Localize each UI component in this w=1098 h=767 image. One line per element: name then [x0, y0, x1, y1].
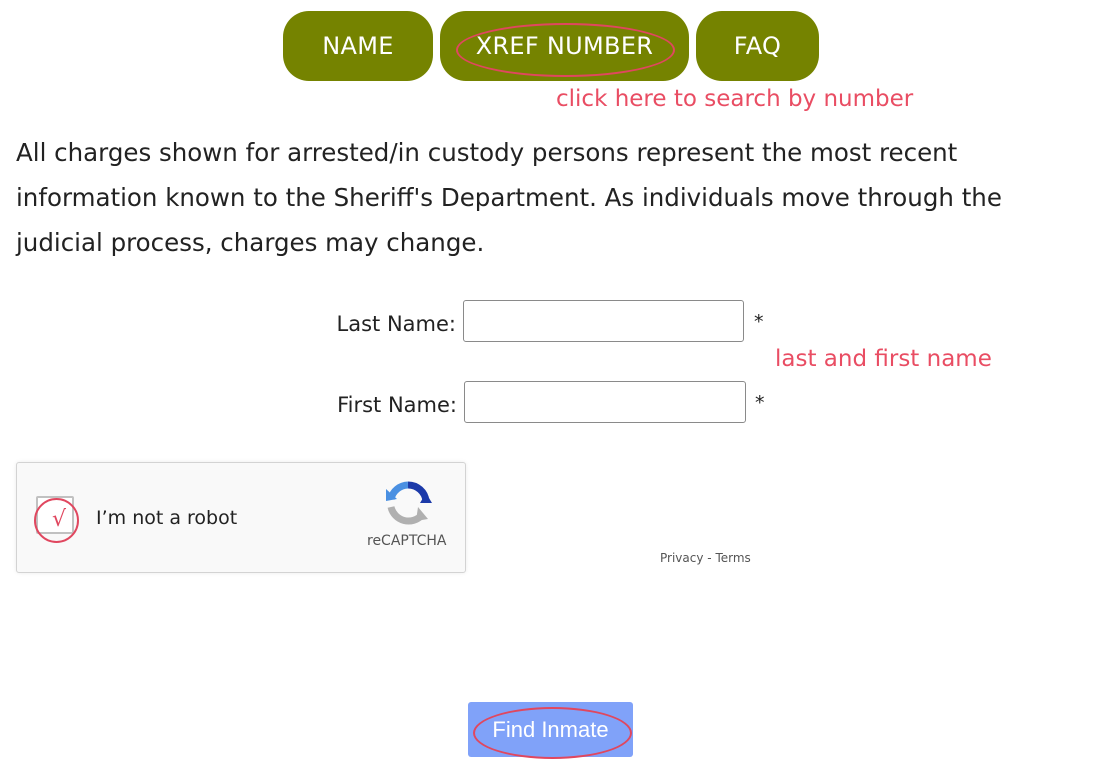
last-name-required-marker: * [754, 311, 764, 333]
tab-xref-number-search[interactable]: XREF NUMBER [440, 11, 689, 81]
name-hint-annotation: last and first name [775, 346, 992, 372]
custody-disclaimer: All charges shown for arrested/in custod… [16, 138, 1002, 257]
first-name-input[interactable] [464, 381, 746, 423]
find-inmate-label: Find Inmate [492, 716, 609, 742]
terms-link[interactable]: Terms [715, 551, 750, 565]
check-mark-icon: √ [51, 507, 67, 532]
tab-xref-label: XREF NUMBER [475, 32, 654, 60]
first-name-required-marker: * [755, 392, 765, 414]
recaptcha-legal-links: Privacy - Terms [660, 551, 751, 565]
find-inmate-button[interactable]: Find Inmate [468, 702, 633, 757]
recaptcha-brand: reCAPTCHA [367, 533, 447, 549]
xref-hint-annotation: click here to search by number [556, 86, 914, 112]
tab-name-label: NAME [322, 32, 394, 60]
last-name-input[interactable] [463, 300, 744, 342]
last-name-label: Last Name: [336, 312, 456, 336]
recaptcha-label: I’m not a robot [96, 507, 238, 529]
first-name-label: First Name: [337, 393, 457, 417]
recaptcha-logo-icon [386, 481, 432, 525]
recaptcha-widget: √ I’m not a robot reCAPTCHA [16, 462, 466, 573]
tab-faq-label: FAQ [733, 32, 782, 60]
legal-separator: - [707, 551, 712, 565]
privacy-link[interactable]: Privacy [660, 551, 703, 565]
tab-faq[interactable]: FAQ [696, 11, 819, 81]
tab-name-search[interactable]: NAME [283, 11, 433, 81]
